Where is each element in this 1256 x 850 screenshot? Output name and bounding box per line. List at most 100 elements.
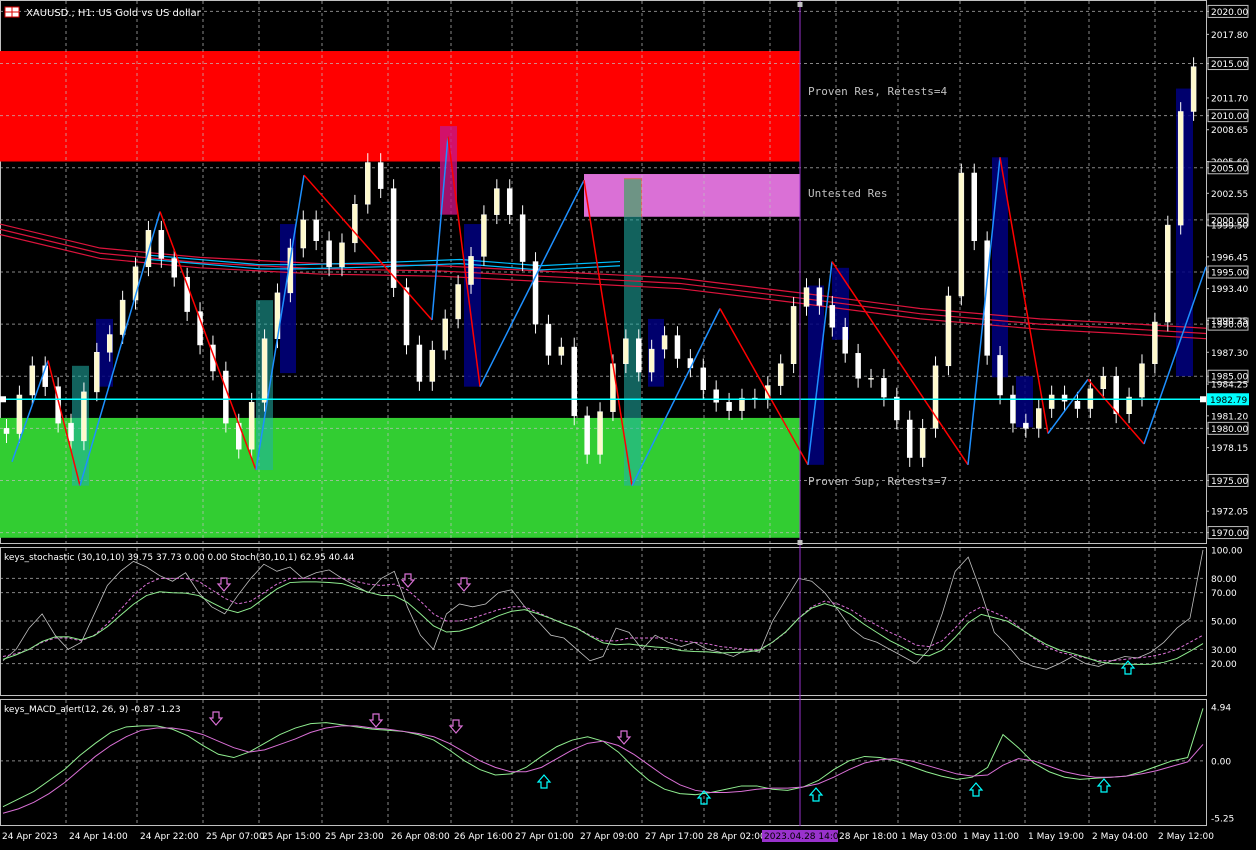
candle-body	[339, 242, 345, 268]
candle-body	[790, 306, 797, 364]
time-axis-label: 28 Apr 02:00	[707, 832, 766, 842]
price-axis-label: 1990.35	[1211, 317, 1248, 327]
candle-body	[945, 295, 952, 367]
candle-body	[468, 256, 474, 285]
candle-body	[997, 355, 1003, 396]
candle-body	[29, 365, 36, 396]
candle-body	[16, 394, 23, 434]
price-axis-label: 2010.00	[1211, 112, 1248, 122]
cursor-handle-top[interactable]	[797, 2, 803, 7]
stoch-axis-label: 100.00	[1211, 547, 1243, 557]
candle-body	[68, 422, 74, 442]
price-axis-label: 2015.00	[1211, 60, 1248, 70]
price-axis-label: 1995.00	[1211, 269, 1248, 279]
candle-body	[248, 402, 255, 450]
candle-body	[777, 363, 784, 386]
candle-body	[429, 349, 436, 382]
time-axis-label: 1 May 19:00	[1028, 832, 1084, 842]
price-line-handle-right[interactable]	[1200, 396, 1206, 403]
time-axis-label: 2 May 04:00	[1092, 832, 1148, 842]
price-axis-label: 1996.45	[1211, 253, 1248, 263]
candle-body	[1048, 394, 1055, 409]
candle-body	[3, 428, 10, 434]
chart-canvas[interactable]: Proven Res, Retests=4 Untested Res Prove…	[0, 0, 1256, 846]
candle-body	[855, 353, 861, 379]
candle-body	[1061, 394, 1068, 402]
candle-body	[1074, 400, 1081, 409]
candle-body	[1036, 408, 1042, 429]
candle-body	[455, 284, 461, 320]
price-axis[interactable]: 2020.00 2017.80 2015.00 2011.70 2010.00 2008.…	[1206, 4, 1249, 825]
candle-body	[506, 188, 513, 215]
candle-body	[661, 335, 668, 350]
price-axis-label: 1987.30	[1211, 349, 1248, 359]
candle-body	[106, 334, 113, 353]
candle-body	[494, 188, 500, 215]
stoch-axis-label: 30.00	[1211, 646, 1237, 656]
candle-body	[300, 219, 307, 249]
time-axis-label: 27 Apr 01:00	[515, 832, 574, 842]
candle-body	[648, 348, 655, 373]
candle-body	[377, 162, 384, 189]
time-axis-label: 24 Apr 14:00	[69, 832, 128, 842]
price-axis-label: 2005.00	[1211, 164, 1248, 174]
candle-body	[842, 326, 848, 354]
price-line-handle-left[interactable]	[0, 396, 6, 403]
candle-body	[868, 378, 874, 380]
time-axis[interactable]: 24 Apr 2023 24 Apr 14:00 24 Apr 22:00 25 Ap…	[2, 830, 1214, 842]
candle-body	[713, 389, 719, 403]
price-axis-label: 1980.00	[1211, 425, 1248, 435]
time-axis-label: 1 May 11:00	[963, 832, 1019, 842]
price-axis-label: 2011.70	[1211, 94, 1248, 104]
zone-label-untested-res: Untested Res	[808, 187, 887, 200]
candle-body	[326, 240, 332, 268]
candle-body	[119, 299, 126, 335]
current-price-label: 1982.79	[1210, 396, 1247, 406]
price-axis-label: 2008.65	[1211, 126, 1248, 136]
candle-body	[558, 346, 565, 356]
candle-body	[481, 214, 487, 257]
candle-body	[971, 172, 977, 241]
candle-body	[158, 230, 165, 259]
price-axis-label: 1999.50	[1211, 222, 1248, 232]
time-axis-label: 25 Apr 07:00	[206, 832, 265, 842]
candle-body	[184, 276, 190, 312]
candle-body	[803, 287, 810, 307]
window-title: XAUUSD., H1: US Gold vs US dollar	[4, 6, 202, 19]
candle-body	[1190, 66, 1197, 112]
candle-body	[442, 318, 448, 351]
candle-body	[881, 378, 887, 398]
candle-body	[403, 287, 410, 346]
zone-untested-resistance	[584, 174, 800, 217]
macd-axis-label: 0.00	[1211, 757, 1231, 767]
candle-body	[674, 335, 681, 359]
time-axis-label: 26 Apr 16:00	[454, 832, 513, 842]
candle-body	[1139, 363, 1145, 398]
candle-body	[545, 323, 552, 356]
candle-body	[1023, 422, 1029, 429]
cursor-handle-bottom[interactable]	[797, 540, 803, 545]
candle-body	[571, 346, 577, 417]
price-axis-label: 2017.80	[1211, 31, 1248, 41]
candle-body	[94, 352, 100, 393]
macd-panel-label: keys_MACD_alert(12, 26, 9) -0.87 -1.23	[4, 705, 181, 715]
zone-proven-support	[0, 417, 800, 538]
price-axis-label: 1984.25	[1211, 381, 1248, 391]
candle-body	[623, 338, 629, 364]
price-axis-label: 1993.40	[1211, 285, 1248, 295]
time-axis-label: 24 Apr 2023	[2, 832, 58, 842]
pattern-highlight-box	[1016, 376, 1033, 428]
candle-body	[519, 214, 526, 262]
pattern-highlight-box	[280, 224, 296, 374]
price-axis-label: 2002.55	[1211, 190, 1248, 200]
candle-body	[919, 428, 926, 458]
trading-chart[interactable]: Proven Res, Retests=4 Untested Res Prove…	[0, 0, 1256, 846]
candle-body	[906, 419, 913, 458]
stoch-axis-label: 20.00	[1211, 660, 1237, 670]
price-axis-label: 1975.00	[1211, 477, 1248, 487]
stoch-axis-label: 80.00	[1211, 575, 1237, 585]
time-axis-label: 28 Apr 18:00	[839, 832, 898, 842]
time-axis-label: 2 May 12:00	[1158, 832, 1214, 842]
stoch-axis-label: 50.00	[1211, 618, 1237, 628]
time-axis-label: 24 Apr 22:00	[140, 832, 199, 842]
